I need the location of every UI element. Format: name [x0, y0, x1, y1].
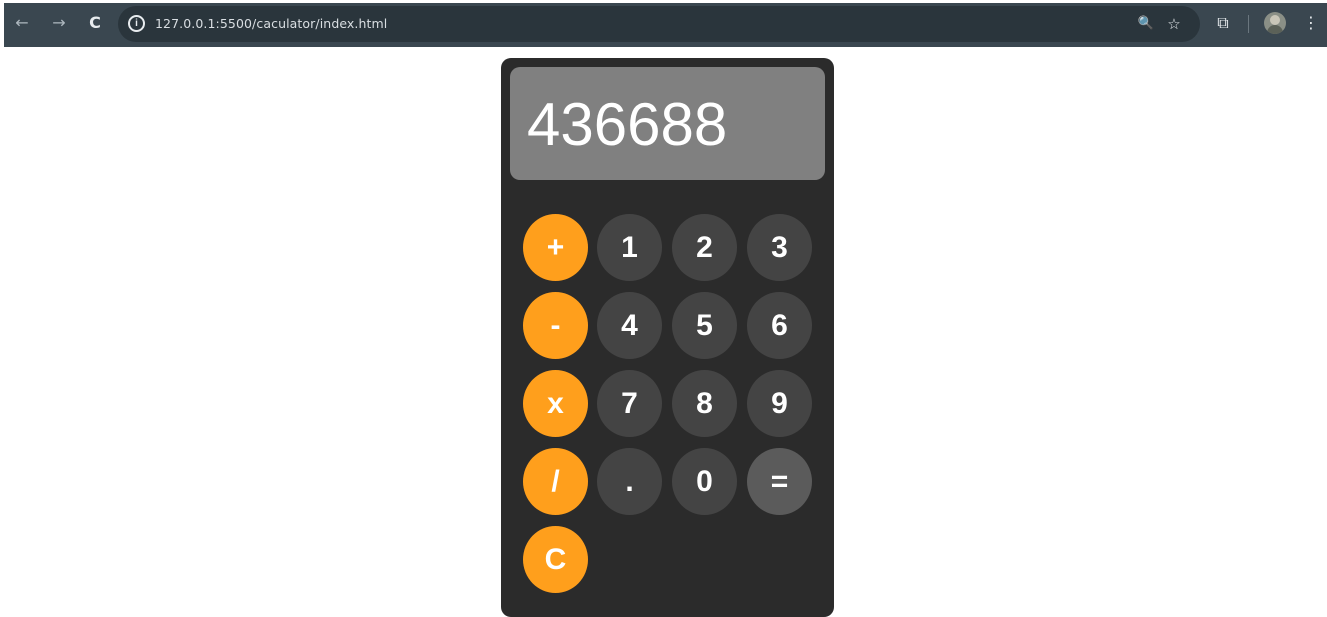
minus-button[interactable]: - — [523, 292, 588, 359]
address-bar[interactable]: i 127.0.0.1:5500/caculator/index.html 🔍 … — [118, 6, 1200, 42]
plus-button[interactable]: + — [523, 214, 588, 281]
info-icon[interactable]: i — [128, 15, 145, 32]
equals-button[interactable]: = — [747, 448, 812, 515]
decimal-point-button[interactable]: . — [597, 448, 662, 515]
reload-icon[interactable]: C — [84, 12, 106, 34]
digit-9-button[interactable]: 9 — [747, 370, 812, 437]
extensions-icon[interactable]: ⧉ — [1212, 12, 1234, 34]
kebab-menu-icon[interactable]: ⋮ — [1300, 12, 1322, 34]
back-arrow-icon[interactable]: ← — [11, 12, 33, 34]
url-text[interactable]: 127.0.0.1:5500/caculator/index.html — [155, 16, 387, 31]
browser-toolbar: ← → C i 127.0.0.1:5500/caculator/index.h… — [0, 0, 1327, 48]
display-value: 436688 — [527, 91, 728, 158]
digit-3-button[interactable]: 3 — [747, 214, 812, 281]
calculator: 436688 + 1 2 3 - 4 5 6 x 7 8 9 / . 0 = C — [501, 58, 834, 617]
digit-2-button[interactable]: 2 — [672, 214, 737, 281]
digit-5-button[interactable]: 5 — [672, 292, 737, 359]
digit-0-button[interactable]: 0 — [672, 448, 737, 515]
avatar-head — [1270, 15, 1280, 25]
digit-1-button[interactable]: 1 — [597, 214, 662, 281]
star-icon[interactable]: ☆ — [1164, 14, 1184, 34]
digit-6-button[interactable]: 6 — [747, 292, 812, 359]
digit-7-button[interactable]: 7 — [597, 370, 662, 437]
digit-8-button[interactable]: 8 — [672, 370, 737, 437]
calculator-display: 436688 — [510, 67, 825, 180]
digit-4-button[interactable]: 4 — [597, 292, 662, 359]
multiply-button[interactable]: x — [523, 370, 588, 437]
clear-button[interactable]: C — [523, 526, 588, 593]
avatar-icon[interactable] — [1264, 12, 1286, 34]
toolbar-divider — [1248, 15, 1249, 33]
zoom-icon[interactable]: 🔍 — [1136, 14, 1156, 34]
avatar-body — [1267, 25, 1283, 34]
divide-button[interactable]: / — [523, 448, 588, 515]
forward-arrow-icon[interactable]: → — [48, 12, 70, 34]
